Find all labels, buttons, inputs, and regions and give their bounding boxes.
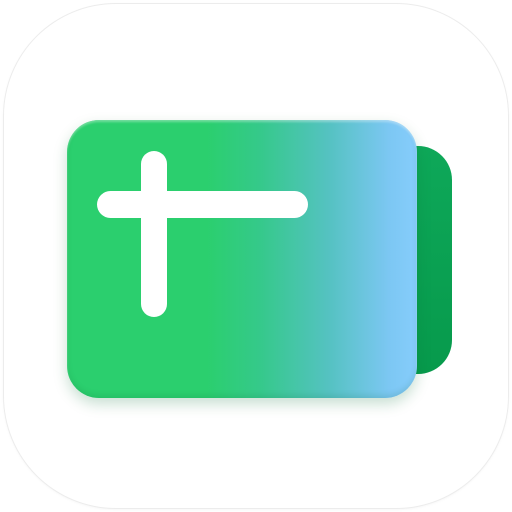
plus-icon-vertical-bar (141, 151, 167, 317)
card-highlight (67, 120, 417, 398)
plus-icon-horizontal-bar (97, 191, 308, 218)
front-card-shape (67, 120, 417, 398)
app-icon-tile[interactable] (4, 4, 508, 508)
